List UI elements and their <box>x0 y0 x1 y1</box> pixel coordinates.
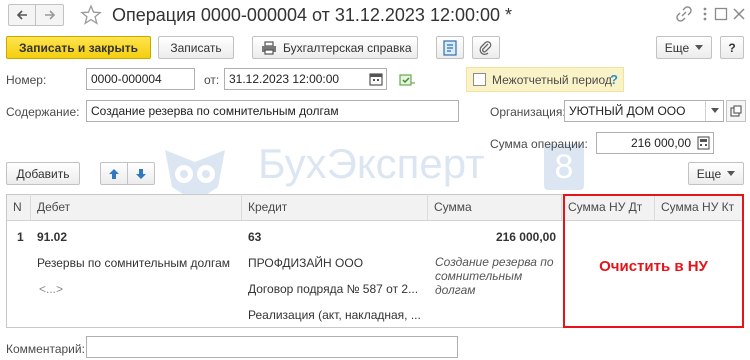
column-amount[interactable]: Сумма <box>428 194 562 220</box>
arrow-right-icon <box>44 10 55 20</box>
debit-account: 91.02 <box>37 230 68 244</box>
paperclip-icon <box>479 40 492 55</box>
row-number: 1 <box>17 230 24 244</box>
add-row-button[interactable]: Добавить <box>6 162 80 185</box>
watermark-digit: 8 <box>554 147 574 186</box>
table-more-button[interactable]: Еще <box>688 162 744 185</box>
organization-label: Организация: <box>490 105 566 119</box>
calendar-icon[interactable] <box>369 72 383 86</box>
entry-amount: 216 000,00 <box>495 230 556 244</box>
posting-journal-button[interactable] <box>436 36 464 59</box>
comment-field[interactable] <box>86 336 458 358</box>
number-field[interactable]: 0000-000004 <box>86 68 195 90</box>
favorite-button[interactable] <box>80 4 102 26</box>
chevron-down-icon <box>710 108 719 113</box>
chevron-down-icon <box>727 170 736 176</box>
open-form-icon <box>730 105 742 117</box>
credit-account: 63 <box>248 230 262 244</box>
close-button[interactable] <box>732 7 746 21</box>
date-label: от: <box>204 73 220 87</box>
credit-subconto-1: ПРОФДИЗАЙН ООО <box>248 256 364 270</box>
entry-content-line-1: Создание резерва по <box>435 255 554 269</box>
back-button[interactable] <box>8 4 36 26</box>
column-n[interactable]: N <box>7 194 31 220</box>
column-credit[interactable]: Кредит <box>242 194 428 220</box>
dt-kt-icon <box>443 39 457 56</box>
intercompany-checkbox[interactable] <box>473 73 486 86</box>
move-down-button[interactable] <box>127 162 155 185</box>
amount-label: Сумма операции: <box>490 137 588 151</box>
credit-subconto-3: Реализация (акт, накладная, ... <box>248 308 421 322</box>
content-field[interactable]: Создание резерва по сомнительным долгам <box>86 100 459 122</box>
accounting-report-button[interactable]: Бухгалтерская справка <box>252 36 418 59</box>
entry-content-line-2: сомнительным <box>435 269 523 283</box>
printer-icon <box>262 40 276 55</box>
intercompany-label: Межотчетный период <box>492 73 612 87</box>
table-more-label: Еще <box>696 166 722 181</box>
intercompany-period-panel: Межотчетный период ? <box>466 67 624 92</box>
number-label: Номер: <box>6 73 47 87</box>
more-icon <box>703 7 707 21</box>
annotation-text: Очистить в НУ <box>599 258 708 275</box>
more-actions-button[interactable]: Еще <box>656 36 712 59</box>
debit-subconto-1: Резервы по сомнительным долгам <box>37 256 231 270</box>
arrow-down-icon <box>136 168 146 179</box>
content-label: Содержание: <box>6 105 80 119</box>
organization-field[interactable]: УЮТНЫЙ ДОМ ООО <box>564 100 724 122</box>
accounting-report-label: Бухгалтерская справка <box>283 40 412 55</box>
close-icon <box>733 8 745 20</box>
calculator-icon[interactable] <box>697 136 710 150</box>
amount-field[interactable]: 216 000,00 <box>596 132 714 154</box>
forward-button[interactable] <box>36 4 64 26</box>
window-menu-button[interactable] <box>700 6 710 22</box>
chevron-down-icon <box>695 44 704 50</box>
post-and-close-button[interactable]: Записать и закрыть <box>6 36 151 59</box>
amount-value: 216 000,00 <box>630 136 691 150</box>
link-icon <box>676 6 692 22</box>
entry-content-line-3: долгам <box>435 283 476 297</box>
watermark-brand: БухЭксперт <box>258 140 485 187</box>
arrow-up-icon <box>109 168 119 179</box>
attachments-button[interactable] <box>472 36 500 59</box>
arrow-left-icon <box>16 10 27 20</box>
help-mark[interactable]: ? <box>610 72 618 87</box>
organization-value: УЮТНЫЙ ДОМ ООО <box>569 104 686 118</box>
date-field[interactable]: 31.12.2023 12:00:00 <box>224 68 387 90</box>
organization-dropdown-button[interactable] <box>705 101 723 121</box>
help-button[interactable]: ? <box>720 36 744 59</box>
link-button[interactable] <box>676 6 692 22</box>
date-value: 31.12.2023 12:00:00 <box>229 72 340 86</box>
move-up-button[interactable] <box>100 162 128 185</box>
credit-subconto-2: Договор подряда № 587 от 2... <box>248 282 419 296</box>
column-debit[interactable]: Дебет <box>31 194 242 220</box>
maximize-button[interactable] <box>714 7 728 21</box>
window-title: Операция 0000-000004 от 31.12.2023 12:00… <box>112 5 513 25</box>
maximize-icon <box>714 7 728 21</box>
debit-subconto-2: <...> <box>39 282 64 296</box>
document-status-icon <box>398 72 416 88</box>
comment-label: Комментарий: <box>6 342 85 356</box>
star-icon <box>80 4 102 25</box>
save-button[interactable]: Записать <box>158 36 234 59</box>
more-actions-label: Еще <box>664 40 690 55</box>
organization-open-button[interactable] <box>726 100 746 122</box>
